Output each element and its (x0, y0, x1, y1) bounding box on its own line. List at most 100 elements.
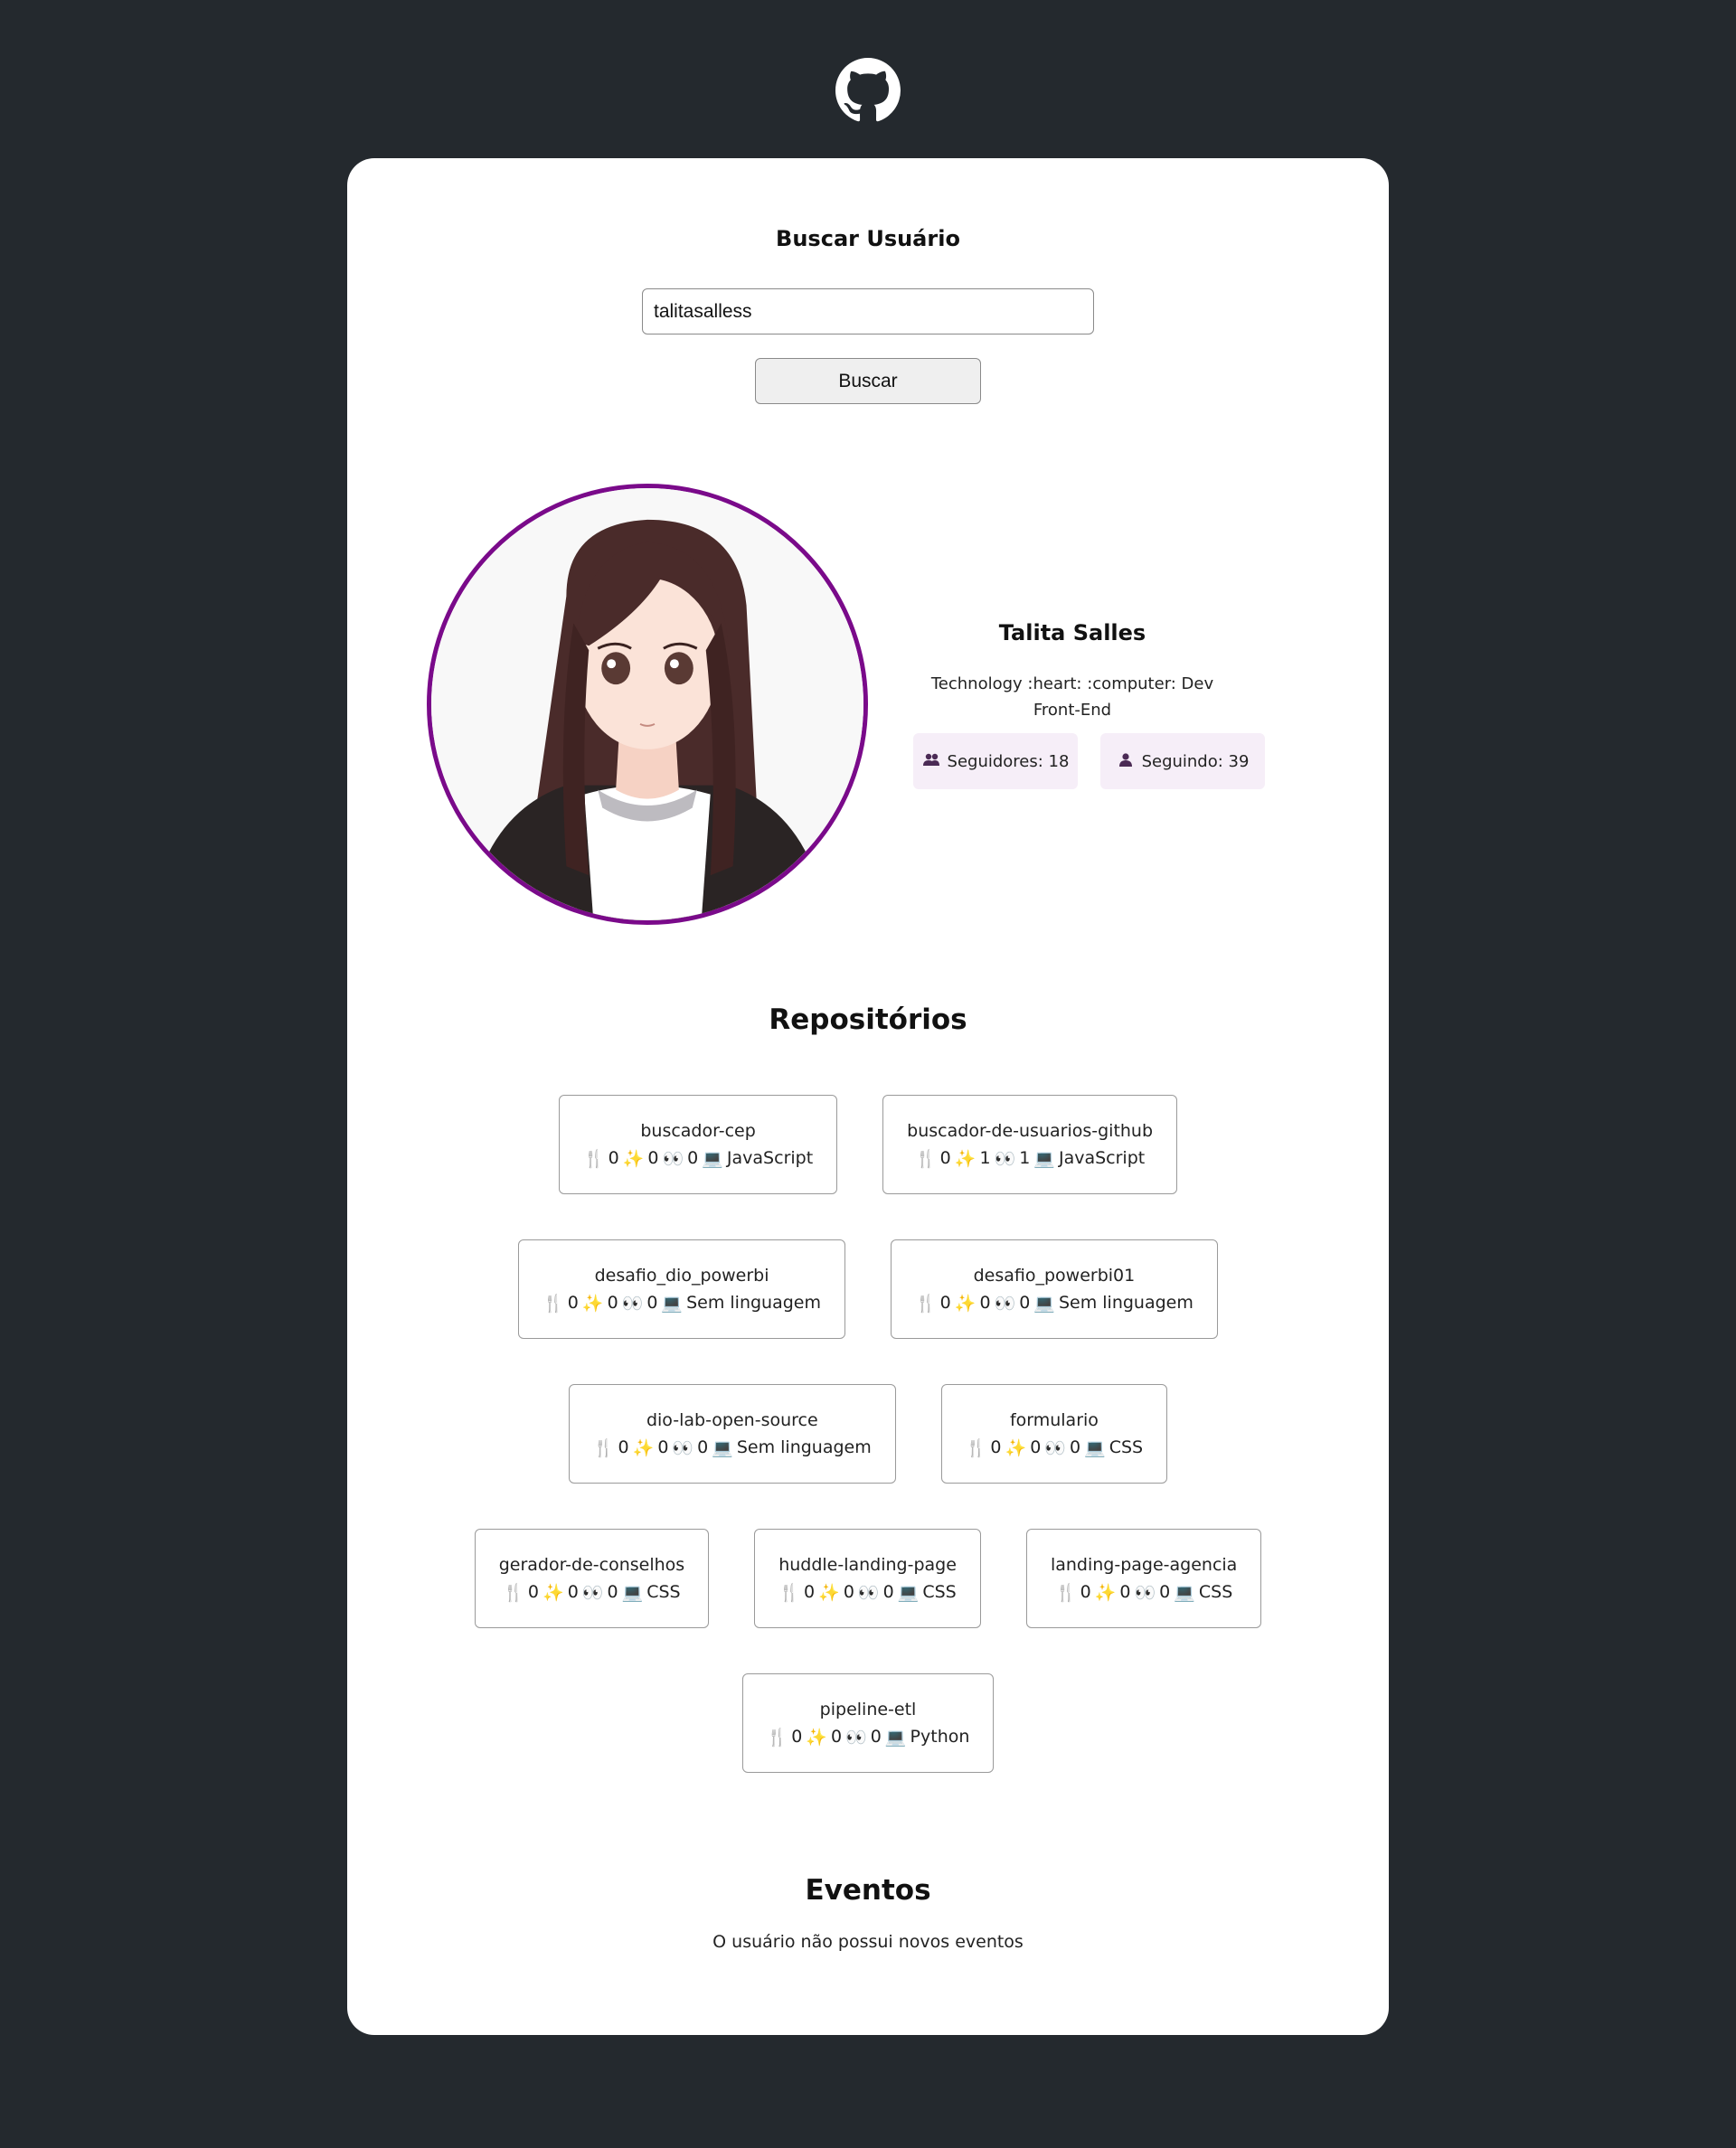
repository-card[interactable]: formulario 🍴 0 ✨ 0 👀 0 💻 CSS (940, 1384, 1168, 1484)
computer-icon: 💻 (661, 1293, 684, 1314)
repository-stats: 🍴 0 ✨ 0 👀 0 💻 CSS (1055, 1582, 1232, 1603)
repository-card[interactable]: dio-lab-open-source 🍴 0 ✨ 0 👀 0 💻 Sem linguagem (568, 1384, 896, 1484)
repository-card[interactable]: landing-page-agencia 🍴 0 ✨ 0 👀 0 💻 CSS (1025, 1529, 1262, 1628)
computer-icon: 💻 (884, 1727, 907, 1748)
fork-count: 0 (990, 1437, 1002, 1457)
main-card: Buscar Usuário Buscar (347, 158, 1389, 2035)
sparkles-icon: ✨ (622, 1148, 645, 1169)
profile-name: Talita Salles (998, 620, 1146, 645)
following-label: Seguindo: 39 (1141, 751, 1250, 771)
fork-count: 0 (1080, 1582, 1091, 1602)
fork-count: 0 (939, 1148, 951, 1168)
repository-stats: 🍴 0 ✨ 1 👀 1 💻 JavaScript (915, 1148, 1145, 1169)
repository-name: desafio_powerbi01 (973, 1265, 1136, 1286)
computer-icon: 💻 (897, 1582, 920, 1603)
eyes-icon: 👀 (1044, 1437, 1066, 1458)
repository-card[interactable]: pipeline-etl 🍴 0 ✨ 0 👀 0 💻 Python (741, 1673, 995, 1773)
repository-stats: 🍴 0 ✨ 0 👀 0 💻 CSS (778, 1582, 956, 1603)
search-input[interactable] (642, 288, 1094, 334)
fork-knife-icon: 🍴 (915, 1293, 937, 1314)
computer-icon: 💻 (1033, 1293, 1055, 1314)
watcher-count: 0 (1159, 1582, 1171, 1602)
fork-knife-icon: 🍴 (1054, 1582, 1077, 1603)
repository-stats: 🍴 0 ✨ 0 👀 0 💻 JavaScript (583, 1148, 813, 1169)
eyes-icon: 👀 (994, 1148, 1016, 1169)
search-button[interactable]: Buscar (755, 358, 981, 404)
repository-language: Sem linguagem (686, 1293, 821, 1313)
fork-count: 0 (608, 1148, 619, 1168)
repository-row: gerador-de-conselhos 🍴 0 ✨ 0 👀 0 💻 CSS huddle-lan… (347, 1529, 1389, 1628)
sparkles-icon: ✨ (632, 1437, 655, 1458)
repository-card[interactable]: buscador-de-usuarios-github 🍴 0 ✨ 1 👀 1 💻 JavaSc… (882, 1095, 1178, 1194)
eyes-icon: 👀 (621, 1293, 644, 1314)
repository-stats: 🍴 0 ✨ 0 👀 0 💻 Python (767, 1727, 970, 1748)
sparkles-icon: ✨ (542, 1582, 564, 1603)
profile-bio: Technology :heart: :computer: Dev Front-… (930, 674, 1214, 720)
watcher-count: 0 (870, 1727, 882, 1747)
repository-list: buscador-cep 🍴 0 ✨ 0 👀 0 💻 JavaScript buscador-de… (347, 1095, 1389, 1818)
repository-name: buscador-cep (640, 1120, 756, 1141)
star-count: 0 (567, 1582, 579, 1602)
fork-knife-icon: 🍴 (915, 1148, 937, 1169)
computer-icon: 💻 (1033, 1148, 1055, 1169)
repository-card[interactable]: huddle-landing-page 🍴 0 ✨ 0 👀 0 💻 CSS (754, 1529, 981, 1628)
star-count: 0 (1119, 1582, 1131, 1602)
eyes-icon: 👀 (1134, 1582, 1156, 1603)
repository-card[interactable]: desafio_powerbi01 🍴 0 ✨ 0 👀 0 💻 Sem linguagem (891, 1239, 1218, 1339)
followers-stat: Seguidores: 18 (913, 733, 1078, 789)
fork-knife-icon: 🍴 (542, 1293, 564, 1314)
fork-knife-icon: 🍴 (503, 1582, 524, 1603)
repository-card[interactable]: desafio_dio_powerbi 🍴 0 ✨ 0 👀 0 💻 Sem linguagem (518, 1239, 845, 1339)
person-icon (1117, 751, 1135, 772)
events-title: Eventos (805, 1874, 931, 1907)
github-logo-icon (835, 58, 901, 123)
repository-language: Sem linguagem (736, 1437, 872, 1457)
repository-card[interactable]: buscador-cep 🍴 0 ✨ 0 👀 0 💻 JavaScript (558, 1095, 838, 1194)
fork-knife-icon: 🍴 (592, 1437, 615, 1458)
events-empty-message: O usuário não possui novos eventos (712, 1932, 1024, 1952)
fork-count: 0 (804, 1582, 816, 1602)
people-icon (922, 751, 940, 772)
watcher-count: 0 (1019, 1293, 1031, 1313)
fork-count: 0 (791, 1727, 803, 1747)
repository-stats: 🍴 0 ✨ 0 👀 0 💻 Sem linguagem (593, 1437, 872, 1458)
sparkles-icon: ✨ (806, 1727, 828, 1748)
repository-name: dio-lab-open-source (646, 1409, 818, 1430)
avatar-illustration (431, 488, 863, 920)
repository-language: CSS (922, 1582, 957, 1602)
repository-row: desafio_dio_powerbi 🍴 0 ✨ 0 👀 0 💻 Sem linguagem d… (347, 1239, 1389, 1339)
repository-language: CSS (1109, 1437, 1144, 1457)
repository-language: JavaScript (1058, 1148, 1146, 1168)
repository-card[interactable]: gerador-de-conselhos 🍴 0 ✨ 0 👀 0 💻 CSS (474, 1529, 710, 1628)
star-count: 0 (657, 1437, 669, 1457)
computer-icon: 💻 (702, 1148, 723, 1169)
repository-name: pipeline-etl (819, 1699, 917, 1719)
eyes-icon: 👀 (845, 1727, 867, 1748)
star-count: 0 (1030, 1437, 1042, 1457)
star-count: 1 (979, 1148, 991, 1168)
watcher-count: 1 (1019, 1148, 1031, 1168)
fork-knife-icon: 🍴 (766, 1727, 788, 1748)
repository-name: gerador-de-conselhos (498, 1554, 685, 1575)
repository-stats: 🍴 0 ✨ 0 👀 0 💻 Sem linguagem (542, 1293, 821, 1314)
repository-language: CSS (646, 1582, 681, 1602)
watcher-count: 0 (646, 1293, 658, 1313)
sparkles-icon: ✨ (954, 1148, 976, 1169)
repository-row: dio-lab-open-source 🍴 0 ✨ 0 👀 0 💻 Sem linguagem f… (347, 1384, 1389, 1484)
fork-count: 0 (618, 1437, 629, 1457)
repository-stats: 🍴 0 ✨ 0 👀 0 💻 CSS (503, 1582, 680, 1603)
star-count: 0 (607, 1293, 618, 1313)
repository-name: formulario (1009, 1409, 1099, 1430)
sparkles-icon: ✨ (1094, 1582, 1117, 1603)
repository-name: desafio_dio_powerbi (594, 1265, 769, 1286)
sparkles-icon: ✨ (818, 1582, 840, 1603)
computer-icon: 💻 (1084, 1437, 1106, 1458)
sparkles-icon: ✨ (954, 1293, 976, 1314)
fork-knife-icon: 🍴 (965, 1437, 987, 1458)
repository-row: pipeline-etl 🍴 0 ✨ 0 👀 0 💻 Python (347, 1673, 1389, 1773)
computer-icon: 💻 (621, 1582, 644, 1603)
watcher-count: 0 (607, 1582, 618, 1602)
eyes-icon: 👀 (581, 1582, 604, 1603)
search-title: Buscar Usuário (776, 226, 960, 251)
following-stat: Seguindo: 39 (1100, 733, 1265, 789)
